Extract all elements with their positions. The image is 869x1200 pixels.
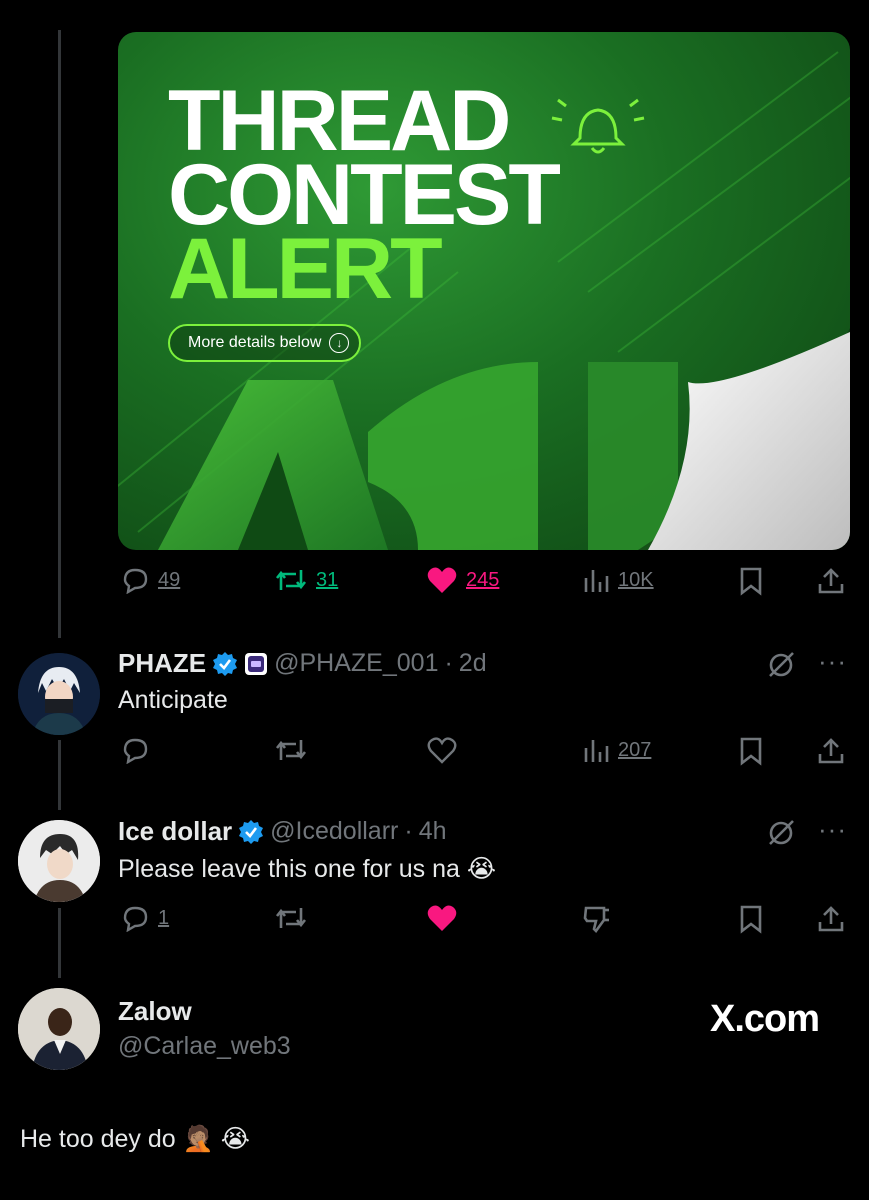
thread-line-bottom bbox=[58, 908, 61, 978]
pill-label: More details below bbox=[188, 334, 322, 351]
reply-header: PHAZE @PHAZE_001 · 2d bbox=[118, 648, 487, 679]
avatar-icedollar-image bbox=[18, 820, 100, 902]
contest-image[interactable]: THREAD CONTEST ALERT More details below … bbox=[118, 32, 850, 550]
avatar-phaze-image bbox=[18, 653, 100, 735]
reply-header: Ice dollar @Icedollarr · 4h bbox=[118, 816, 447, 847]
repost-icon bbox=[275, 740, 307, 760]
reply-button[interactable]: 1 bbox=[120, 904, 169, 932]
facepalm-emoji: 🤦🏽 bbox=[182, 1124, 214, 1153]
like-button[interactable]: 245 bbox=[426, 566, 499, 594]
post-time[interactable]: 2d bbox=[459, 649, 487, 678]
title-line-alert: ALERT bbox=[168, 221, 443, 317]
share-icon bbox=[818, 568, 844, 594]
repost-button[interactable] bbox=[274, 904, 308, 932]
reply-count: 49 bbox=[158, 568, 181, 591]
like-button[interactable] bbox=[426, 736, 458, 764]
author-handle[interactable]: @Carlae_web3 bbox=[118, 1032, 291, 1061]
author-name[interactable]: Ice dollar bbox=[118, 816, 232, 847]
share-button[interactable] bbox=[816, 904, 846, 934]
avatar-zalow-image bbox=[18, 988, 100, 1070]
author-name[interactable]: Zalow bbox=[118, 996, 192, 1027]
x-com-watermark: X.com bbox=[710, 998, 820, 1040]
thread-line-mid bbox=[58, 740, 61, 810]
repost-button[interactable]: 31 bbox=[274, 566, 338, 594]
author-handle[interactable]: @Icedollarr bbox=[270, 817, 398, 846]
share-icon bbox=[818, 906, 844, 932]
more-details-pill: More details below ↓ bbox=[168, 324, 362, 362]
share-button[interactable] bbox=[816, 566, 846, 596]
like-icon bbox=[427, 567, 457, 593]
reply-icon bbox=[123, 906, 148, 932]
grok-icon bbox=[769, 820, 794, 845]
grok-button[interactable] bbox=[766, 650, 796, 685]
reply-button[interactable] bbox=[120, 736, 150, 764]
post-text: He too dey do bbox=[20, 1125, 176, 1153]
share-button[interactable] bbox=[816, 736, 846, 766]
avatar[interactable] bbox=[18, 653, 100, 735]
reply-icon bbox=[123, 738, 148, 764]
author-name[interactable]: PHAZE bbox=[118, 648, 206, 679]
avatar[interactable] bbox=[18, 988, 100, 1070]
contest-title: THREAD CONTEST ALERT bbox=[168, 78, 561, 317]
verified-badge-icon bbox=[239, 819, 264, 844]
bookmark-icon bbox=[740, 905, 762, 934]
arrow-down-circle-icon: ↓ bbox=[329, 333, 350, 353]
post-time[interactable]: 4h bbox=[419, 817, 447, 846]
dislike-button[interactable] bbox=[582, 904, 612, 934]
post-text-line: He too dey do 🤦🏽 😭 bbox=[20, 1124, 250, 1154]
affiliate-badge-icon bbox=[245, 652, 268, 675]
views-button[interactable]: 207 bbox=[582, 736, 651, 764]
crying-emoji: 😭 bbox=[220, 1124, 250, 1153]
repost-count: 31 bbox=[316, 568, 339, 591]
thread-line-top bbox=[58, 30, 61, 638]
dislike-icon bbox=[583, 906, 609, 933]
like-icon bbox=[427, 737, 457, 764]
like-count: 245 bbox=[466, 568, 500, 591]
views-icon bbox=[584, 740, 609, 762]
grok-icon bbox=[769, 652, 794, 677]
bookmark-button[interactable] bbox=[738, 736, 764, 766]
more-icon[interactable]: ··· bbox=[818, 646, 847, 677]
bookmark-icon bbox=[740, 737, 762, 766]
reply-text-line: Please leave this one for us na 😭 bbox=[118, 854, 496, 884]
separator-dot: · bbox=[404, 817, 413, 845]
repost-button[interactable] bbox=[274, 736, 308, 764]
views-count: 207 bbox=[618, 738, 652, 761]
views-count: 10K bbox=[618, 568, 654, 591]
repost-icon bbox=[275, 908, 307, 928]
bookmark-icon bbox=[740, 567, 762, 596]
repost-icon bbox=[275, 570, 307, 590]
grok-button[interactable] bbox=[766, 818, 796, 853]
reply-count: 1 bbox=[158, 906, 170, 929]
reply-icon bbox=[123, 568, 148, 594]
bell-icon bbox=[551, 98, 645, 154]
bookmark-button[interactable] bbox=[738, 904, 764, 934]
reply-text: Please leave this one for us na bbox=[118, 855, 460, 883]
bookmark-button[interactable] bbox=[738, 566, 764, 596]
verified-badge-icon bbox=[213, 651, 238, 676]
share-icon bbox=[818, 738, 844, 764]
views-button[interactable]: 10K bbox=[582, 566, 654, 594]
views-icon bbox=[584, 570, 609, 592]
author-handle[interactable]: @PHAZE_001 bbox=[274, 649, 438, 678]
like-button[interactable] bbox=[426, 904, 458, 932]
reply-text: Anticipate bbox=[118, 686, 228, 714]
more-icon[interactable]: ··· bbox=[818, 814, 847, 845]
reply-button[interactable]: 49 bbox=[120, 566, 180, 594]
like-icon bbox=[427, 905, 457, 931]
crying-emoji: 😭 bbox=[466, 854, 497, 883]
avatar[interactable] bbox=[18, 820, 100, 902]
separator-dot: · bbox=[444, 649, 453, 677]
